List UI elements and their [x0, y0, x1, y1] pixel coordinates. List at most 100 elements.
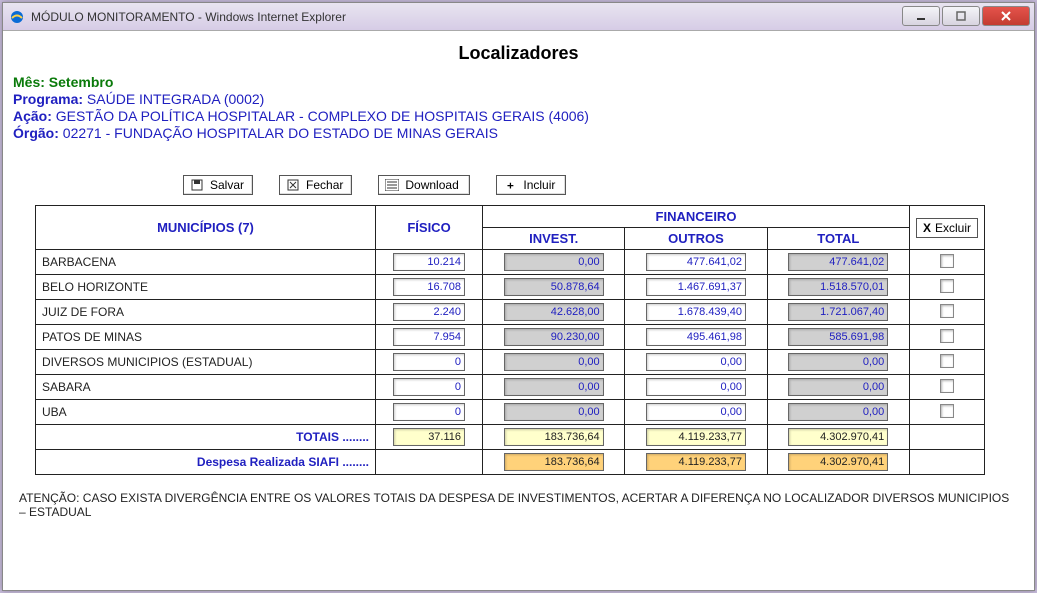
- table-row: DIVERSOS MUNICIPIOS (ESTADUAL): [36, 350, 985, 375]
- excluir-label: Excluir: [935, 221, 971, 235]
- meta-mes-value: Setembro: [49, 74, 114, 90]
- total-input: [788, 253, 888, 271]
- invest-input: [504, 303, 604, 321]
- fisico-input[interactable]: [393, 253, 465, 271]
- meta-programa: Programa: SAÚDE INTEGRADA (0002): [13, 91, 1024, 107]
- outros-input[interactable]: [646, 403, 746, 421]
- col-fisico: FÍSICO: [376, 206, 483, 250]
- window-title: MÓDULO MONITORAMENTO - Windows Internet …: [31, 10, 346, 24]
- mun-name: UBA: [36, 400, 376, 425]
- minimize-icon: [915, 10, 927, 22]
- outros-input[interactable]: [646, 378, 746, 396]
- delete-checkbox[interactable]: [940, 379, 954, 393]
- delete-checkbox[interactable]: [940, 279, 954, 293]
- siafi-row: Despesa Realizada SIAFI ........: [36, 450, 985, 475]
- delete-checkbox[interactable]: [940, 404, 954, 418]
- outros-input[interactable]: [646, 253, 746, 271]
- invest-input: [504, 403, 604, 421]
- siafi-label: Despesa Realizada SIAFI ........: [36, 450, 376, 475]
- col-excluir: X Excluir: [909, 206, 984, 250]
- table-head: MUNICÍPIOS (7) FÍSICO FINANCEIRO X Exclu…: [36, 206, 985, 250]
- invest-input: [504, 353, 604, 371]
- totais-fisico: [393, 428, 465, 446]
- ie-icon: [9, 9, 25, 25]
- total-input: [788, 303, 888, 321]
- totais-invest: [504, 428, 604, 446]
- mun-name: PATOS DE MINAS: [36, 325, 376, 350]
- minimize-button[interactable]: [902, 6, 940, 26]
- col-outros: OUTROS: [625, 228, 767, 250]
- invest-input: [504, 328, 604, 346]
- totais-label: TOTAIS ........: [36, 425, 376, 450]
- delete-checkbox[interactable]: [940, 254, 954, 268]
- outros-input[interactable]: [646, 278, 746, 296]
- salvar-label: Salvar: [210, 178, 244, 192]
- app-window: MÓDULO MONITORAMENTO - Windows Internet …: [2, 2, 1035, 591]
- fisico-input[interactable]: [393, 278, 465, 296]
- totais-row: TOTAIS ........: [36, 425, 985, 450]
- meta-acao-value: GESTÃO DA POLÍTICA HOSPITALAR - COMPLEXO…: [56, 108, 589, 124]
- plus-icon: +: [503, 178, 517, 192]
- download-label: Download: [405, 178, 458, 192]
- meta-orgao: Órgão: 02271 - FUNDAÇÃO HOSPITALAR DO ES…: [13, 125, 1024, 141]
- table-row: UBA: [36, 400, 985, 425]
- window-controls: [902, 6, 1030, 26]
- meta-mes: Mês: Setembro: [13, 74, 1024, 90]
- page-title: Localizadores: [13, 43, 1024, 64]
- excluir-button[interactable]: X Excluir: [916, 218, 978, 238]
- outros-input[interactable]: [646, 328, 746, 346]
- meta-mes-label: Mês:: [13, 74, 45, 90]
- fisico-input[interactable]: [393, 353, 465, 371]
- close-icon-btn: [286, 178, 300, 192]
- table-row: BELO HORIZONTE: [36, 275, 985, 300]
- meta-acao-label: Ação:: [13, 108, 52, 124]
- invest-input: [504, 378, 604, 396]
- meta-acao: Ação: GESTÃO DA POLÍTICA HOSPITALAR - CO…: [13, 108, 1024, 124]
- col-municipios: MUNICÍPIOS (7): [36, 206, 376, 250]
- total-input: [788, 378, 888, 396]
- content-area: Localizadores Mês: Setembro Programa: SA…: [3, 31, 1034, 590]
- table-body: BARBACENABELO HORIZONTEJUIZ DE FORAPATOS…: [36, 250, 985, 425]
- outros-input[interactable]: [646, 303, 746, 321]
- maximize-button[interactable]: [942, 6, 980, 26]
- fechar-label: Fechar: [306, 178, 343, 192]
- siafi-empty: [909, 450, 984, 475]
- close-icon: [999, 9, 1013, 23]
- total-input: [788, 328, 888, 346]
- invest-input: [504, 253, 604, 271]
- invest-input: [504, 278, 604, 296]
- meta-orgao-label: Órgão:: [13, 125, 59, 141]
- titlebar: MÓDULO MONITORAMENTO - Windows Internet …: [3, 3, 1034, 31]
- siafi-total: [788, 453, 888, 471]
- col-total: TOTAL: [767, 228, 909, 250]
- mun-name: BELO HORIZONTE: [36, 275, 376, 300]
- close-window-button[interactable]: [982, 6, 1030, 26]
- fisico-input[interactable]: [393, 303, 465, 321]
- meta-programa-label: Programa:: [13, 91, 83, 107]
- salvar-button[interactable]: Salvar: [183, 175, 253, 195]
- table-foot: TOTAIS ........ Despesa Realizada SIAFI …: [36, 425, 985, 475]
- delete-checkbox[interactable]: [940, 354, 954, 368]
- col-invest: INVEST.: [483, 228, 625, 250]
- fisico-input[interactable]: [393, 328, 465, 346]
- delete-checkbox[interactable]: [940, 304, 954, 318]
- delete-checkbox[interactable]: [940, 329, 954, 343]
- footer-note: ATENÇÃO: CASO EXISTA DIVERGÊNCIA ENTRE O…: [19, 491, 1014, 519]
- incluir-label: Incluir: [523, 178, 555, 192]
- toolbar: Salvar Fechar Download + Incluir: [183, 175, 1024, 195]
- mun-name: JUIZ DE FORA: [36, 300, 376, 325]
- table-row: SABARA: [36, 375, 985, 400]
- save-icon: [190, 178, 204, 192]
- download-icon: [385, 178, 399, 192]
- siafi-invest: [504, 453, 604, 471]
- fisico-input[interactable]: [393, 378, 465, 396]
- download-button[interactable]: Download: [378, 175, 470, 195]
- total-input: [788, 278, 888, 296]
- outros-input[interactable]: [646, 353, 746, 371]
- fisico-input[interactable]: [393, 403, 465, 421]
- siafi-outros: [646, 453, 746, 471]
- mun-name: BARBACENA: [36, 250, 376, 275]
- total-input: [788, 403, 888, 421]
- incluir-button[interactable]: + Incluir: [496, 175, 566, 195]
- fechar-button[interactable]: Fechar: [279, 175, 352, 195]
